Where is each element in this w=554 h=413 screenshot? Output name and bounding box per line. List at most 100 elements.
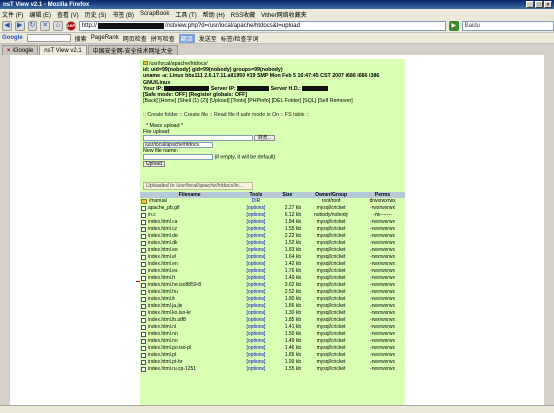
file-name[interactable]: apache_pb.gif <box>148 205 179 211</box>
menu-tools[interactable]: 工具 (T) <box>175 10 196 19</box>
browse-button[interactable]: 浏览... <box>254 135 275 142</box>
file-tools[interactable]: [options] <box>239 261 273 269</box>
file-name[interactable]: index.html.he.iso8859-8 <box>148 282 201 288</box>
file-name[interactable]: index.html.en <box>148 261 178 267</box>
file-name-cell[interactable]: index.html.el <box>140 254 240 262</box>
file-name-cell[interactable]: index.html.no <box>140 338 240 346</box>
menu-vither[interactable]: Vither网络收藏夹 <box>261 10 307 19</box>
search-input[interactable]: Baidu <box>461 20 554 31</box>
highlight-terms-button[interactable]: 标签/检查字词 <box>221 34 259 43</box>
upload-button[interactable]: Upload <box>143 161 165 168</box>
menu-scrapbook[interactable]: ScrapBook <box>140 11 169 17</box>
file-tools[interactable]: [options] <box>239 324 273 332</box>
file-name[interactable]: index.html.it <box>148 296 175 302</box>
adblock-icon[interactable]: ABP <box>65 20 76 31</box>
file-name[interactable]: index.html.de <box>148 233 178 239</box>
file-tools[interactable]: [options] <box>239 289 273 297</box>
file-name[interactable]: index.html.no <box>148 338 178 344</box>
file-name-cell[interactable]: index.html.de <box>140 233 240 241</box>
file-name-cell[interactable]: /manual <box>140 198 240 206</box>
file-name-cell[interactable]: index.html.es <box>140 268 240 276</box>
close-icon[interactable]: × <box>544 1 552 8</box>
current-path[interactable]: /usr/local/apache/htdocs/ <box>149 61 208 67</box>
check-page-button[interactable]: 网页检查 <box>123 34 147 43</box>
file-name-cell[interactable]: index.html.pt <box>140 352 240 360</box>
reload-icon[interactable]: ↻ <box>27 20 38 31</box>
file-name[interactable]: index.html.nn <box>148 331 178 337</box>
file-tools[interactable]: [options] <box>239 303 273 311</box>
file-name[interactable]: index.html.po.iso-pl <box>148 345 191 351</box>
file-name-cell[interactable]: index.html.he.iso8859-8 <box>140 282 240 290</box>
file-name[interactable]: index.html.ru.cp-1251 <box>148 366 196 372</box>
file-tools[interactable]: [options] <box>239 282 273 290</box>
tab-security-site[interactable]: 中国安全网-安全技术网址大全 <box>87 45 178 55</box>
target-dir-input[interactable]: /usr/local/apache/htdocs <box>143 141 213 148</box>
file-name-cell[interactable]: index.html.fr <box>140 275 240 283</box>
forward-icon[interactable]: ▶ <box>14 20 25 31</box>
file-tools[interactable]: [options] <box>239 359 273 367</box>
file-tools[interactable]: [options] <box>239 247 273 255</box>
file-name[interactable]: index.html.dk <box>148 240 177 246</box>
file-name[interactable]: index.html.nl <box>148 324 176 330</box>
spellcheck-button[interactable]: 拼写检查 <box>151 34 175 43</box>
file-name[interactable]: index.html.ko.iso-kr <box>148 310 191 316</box>
file-name-cell[interactable]: in.c <box>140 212 240 220</box>
action-links[interactable]: [Back] [Home] [Shell (1) (2)] [Upload] [… <box>143 98 402 104</box>
file-name[interactable]: index.html.fr <box>148 275 175 281</box>
file-name[interactable]: index.html.ee <box>148 247 178 253</box>
back-icon[interactable]: ◀ <box>2 20 12 31</box>
file-name-cell[interactable]: index.html.nl <box>140 324 240 332</box>
google-search-button[interactable]: 搜索 <box>75 34 87 43</box>
file-name[interactable]: index.html.ja.jis <box>148 303 182 309</box>
file-tools[interactable]: [options] <box>239 205 273 213</box>
file-name-cell[interactable]: index.html.pt-br <box>140 359 240 367</box>
file-name[interactable]: index.html.es <box>148 268 177 274</box>
menu-file[interactable]: 文件 (F) <box>2 10 23 19</box>
file-tools[interactable]: [options] <box>239 345 273 353</box>
file-name[interactable]: index.html.lb.utf8 <box>148 317 186 323</box>
file-tools[interactable]: [options] <box>239 310 273 318</box>
file-name-cell[interactable]: index.html.hu <box>140 289 240 297</box>
menu-edit[interactable]: 编辑 (E) <box>29 10 51 19</box>
file-name-cell[interactable]: index.html.lb.utf8 <box>140 317 240 325</box>
stop-icon[interactable]: ✕ <box>40 20 51 31</box>
close-tab-icon[interactable]: × <box>7 48 11 54</box>
file-name[interactable]: index.html.cz <box>148 226 177 232</box>
file-tools[interactable]: [options] <box>239 331 273 339</box>
file-name-cell[interactable]: apache_pb.gif <box>140 205 240 213</box>
file-tools[interactable]: [options] <box>239 366 273 374</box>
file-name-cell[interactable]: index.html.en <box>140 261 240 269</box>
file-name-cell[interactable]: index.html.po.iso-pl <box>140 345 240 353</box>
file-name[interactable]: index.html.pt <box>148 352 176 358</box>
send-to-button[interactable]: 发送至 <box>199 34 217 43</box>
file-name-cell[interactable]: index.html.nn <box>140 331 240 339</box>
file-tools[interactable]: [options] <box>239 275 273 283</box>
file-name-cell[interactable]: index.html.ru.cp-1251 <box>140 366 240 374</box>
maximize-icon[interactable]: □ <box>535 1 543 8</box>
file-tools[interactable]: [options] <box>239 338 273 346</box>
file-name[interactable]: index.html.pt-br <box>148 359 182 365</box>
file-name-cell[interactable]: index.html.ko.iso-kr <box>140 310 240 318</box>
pagerank-button[interactable]: PageRank <box>91 35 119 41</box>
minimize-icon[interactable]: _ <box>526 1 534 8</box>
file-tools[interactable]: [options] <box>239 268 273 276</box>
file-name-cell[interactable]: index.html.ca <box>140 219 240 227</box>
new-name-input[interactable] <box>143 154 213 161</box>
file-tools[interactable]: [options] <box>239 317 273 325</box>
home-icon[interactable]: ⌂ <box>53 20 63 31</box>
file-tools[interactable]: [options] <box>239 233 273 241</box>
file-tools[interactable]: [options] <box>239 212 273 220</box>
file-tools[interactable]: [options] <box>239 226 273 234</box>
file-tools[interactable]: [options] <box>239 254 273 262</box>
file-upload-input[interactable] <box>143 135 253 142</box>
file-name-cell[interactable]: index.html.it <box>140 296 240 304</box>
file-name[interactable]: /manual <box>149 198 167 204</box>
file-tools[interactable]: [options] <box>239 296 273 304</box>
file-name[interactable]: index.html.el <box>148 254 176 260</box>
menu-help[interactable]: 帮助 (H) <box>203 10 225 19</box>
go-button[interactable]: ▶ <box>448 20 459 31</box>
menu-rss[interactable]: RSS收藏 <box>231 10 255 19</box>
translate-button[interactable]: 翻译 <box>178 33 195 43</box>
file-name[interactable]: index.html.ca <box>148 219 177 225</box>
file-name-cell[interactable]: index.html.cz <box>140 226 240 234</box>
